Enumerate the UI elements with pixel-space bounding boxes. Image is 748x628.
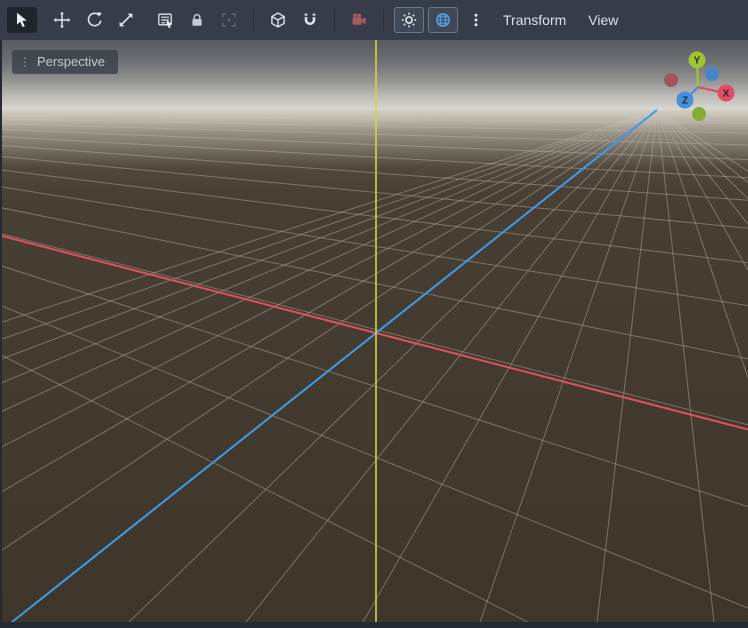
scale-arrow-icon xyxy=(117,11,135,29)
gizmo-x-label: X xyxy=(723,89,730,100)
group-node-button[interactable] xyxy=(215,7,243,33)
list-select-icon xyxy=(156,11,174,29)
gizmo-y-label: Y xyxy=(694,56,701,67)
scale-mode-button[interactable] xyxy=(112,7,140,33)
toolbar-separator xyxy=(383,9,384,31)
use-snap-button[interactable] xyxy=(296,7,324,33)
use-local-space-button[interactable] xyxy=(264,7,292,33)
view-menu-button[interactable]: View xyxy=(577,0,629,40)
viewport-overlay: Y X Z xyxy=(2,40,748,622)
move-mode-button[interactable] xyxy=(48,7,76,33)
view-label: Perspective xyxy=(37,54,105,69)
sun-icon xyxy=(400,11,418,29)
camera-icon xyxy=(350,11,368,29)
camera-preview-button[interactable] xyxy=(345,7,373,33)
gizmo-z-label: Z xyxy=(682,96,688,107)
lock-icon xyxy=(188,11,206,29)
rotate-arrow-icon xyxy=(85,11,103,29)
ground-grid xyxy=(2,110,748,622)
view-perspective-menu-button[interactable]: ⋮ Perspective xyxy=(12,50,118,74)
rotate-mode-button[interactable] xyxy=(80,7,108,33)
list-select-button[interactable] xyxy=(151,7,179,33)
kebab-icon xyxy=(467,11,485,29)
transform-menu-button[interactable]: Transform xyxy=(492,0,577,40)
move-arrows-icon xyxy=(53,11,71,29)
gizmo-x-negative-handle[interactable] xyxy=(664,73,678,87)
cursor-arrow-icon xyxy=(13,11,31,29)
globe-icon xyxy=(434,11,452,29)
select-mode-button[interactable] xyxy=(7,7,37,33)
kebab-icon: ⋮ xyxy=(19,56,31,68)
cube-icon xyxy=(269,11,287,29)
magnet-icon xyxy=(301,11,319,29)
z-axis-line xyxy=(12,110,657,622)
sun-environment-options-button[interactable] xyxy=(462,7,490,33)
gizmo-z-negative-handle[interactable] xyxy=(705,67,719,81)
group-icon xyxy=(220,11,238,29)
toolbar-separator xyxy=(334,9,335,31)
preview-environment-button[interactable] xyxy=(428,7,458,33)
lock-node-button[interactable] xyxy=(183,7,211,33)
preview-sunlight-button[interactable] xyxy=(394,7,424,33)
toolbar-separator xyxy=(253,9,254,31)
3d-viewport[interactable]: Y X Z ⋮ Perspective xyxy=(0,40,748,622)
viewport-bottom-edge xyxy=(0,622,748,628)
horizon-haze xyxy=(2,110,748,168)
spatial-editor-toolbar: Transform View xyxy=(0,0,748,40)
gizmo-y-negative-handle[interactable] xyxy=(692,107,706,121)
